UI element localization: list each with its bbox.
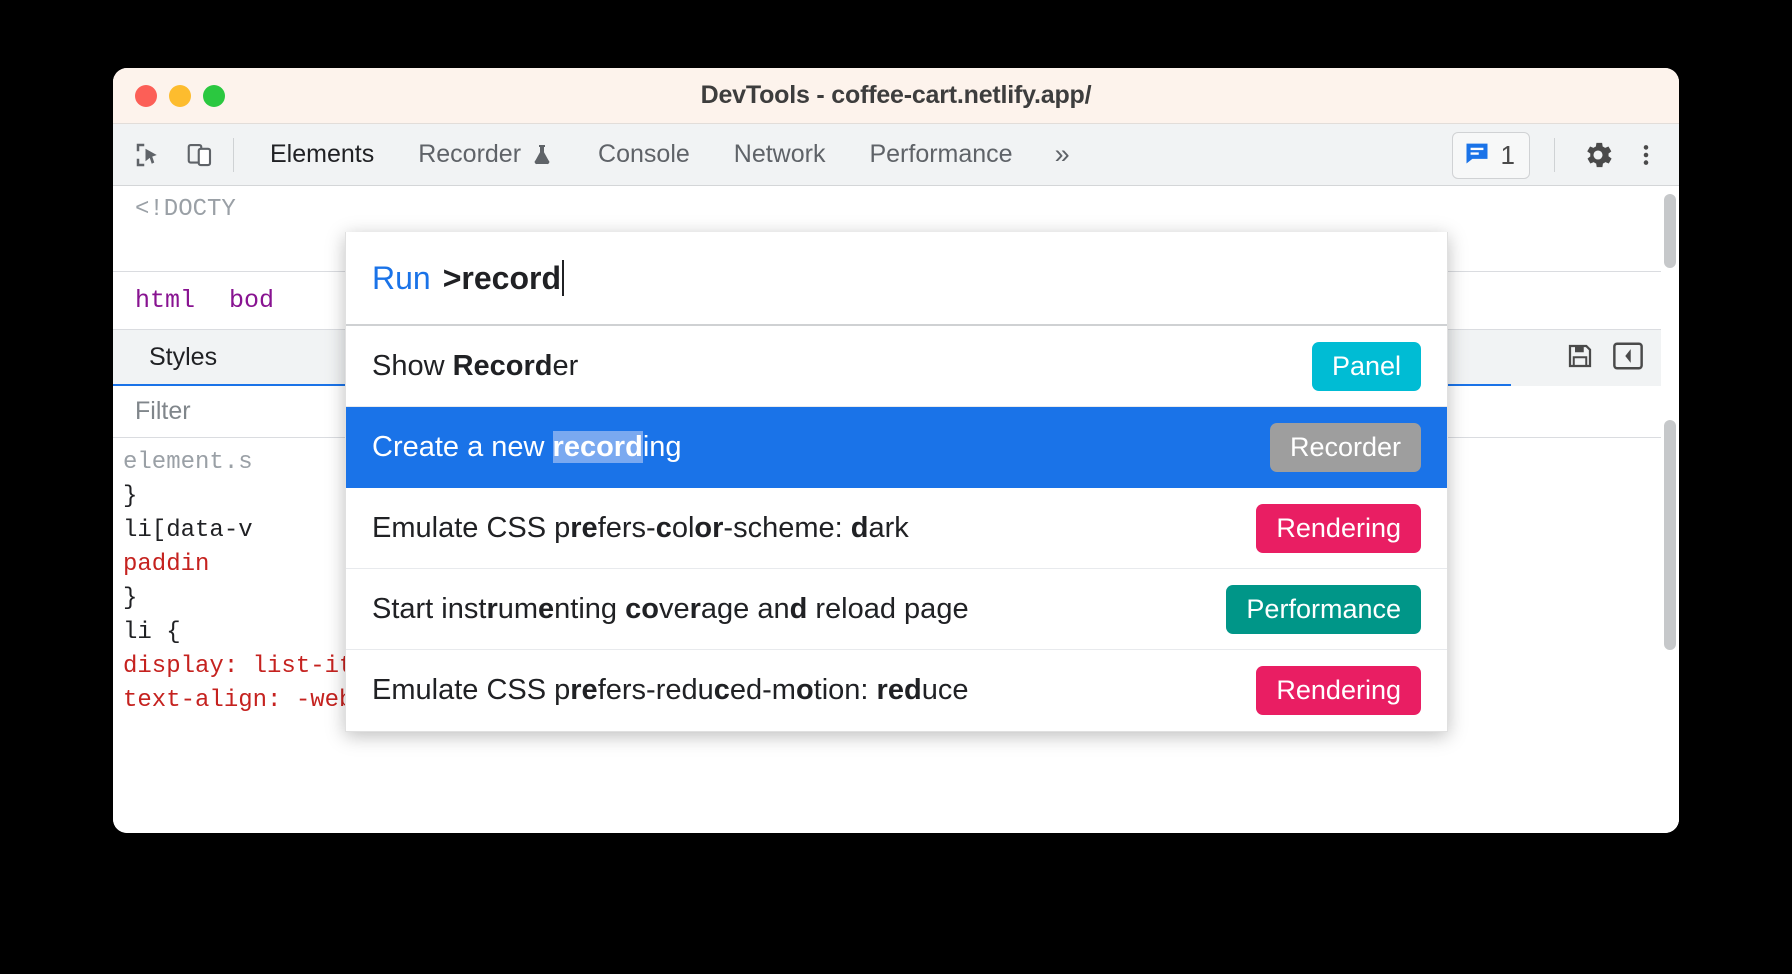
kebab-menu-icon[interactable] [1627, 136, 1665, 174]
scrollbar-thumb-top[interactable] [1664, 194, 1676, 268]
command-label: Show Recorder [372, 349, 579, 382]
styles-scrollbar[interactable] [1661, 186, 1679, 833]
tab-recorder[interactable]: Recorder [396, 124, 576, 186]
command-menu-item-show-recorder[interactable]: Show Recorder Panel [346, 326, 1447, 407]
toolbar-right-group: 1 [1451, 124, 1665, 186]
devtools-window: DevTools - coffee-cart.netlify.app/ Elem… [113, 68, 1679, 833]
gear-icon[interactable] [1579, 136, 1617, 174]
command-label: Emulate CSS prefers-color-scheme: dark [372, 511, 909, 544]
tab-performance-label: Performance [869, 140, 1013, 168]
breadcrumb-item-body[interactable]: bod [229, 286, 274, 315]
command-badge-rendering: Rendering [1256, 503, 1421, 553]
text-caret [561, 260, 564, 296]
device-toolbar-icon[interactable] [181, 136, 219, 174]
save-icon[interactable] [1565, 341, 1595, 376]
devtools-toolbar: Elements Recorder Console Network Perfor… [113, 124, 1679, 186]
window-titlebar: DevTools - coffee-cart.netlify.app/ [113, 68, 1679, 124]
command-menu-item-create-recording[interactable]: Create a new recording Recorder [346, 407, 1447, 488]
toolbar-divider-right [1554, 138, 1555, 172]
command-menu-input-row[interactable]: Run >record [346, 232, 1447, 326]
command-menu-item-start-coverage[interactable]: Start instrumenting coverage and reload … [346, 569, 1447, 650]
tab-console-label: Console [598, 140, 690, 168]
collapse-sidebar-icon[interactable] [1611, 341, 1645, 376]
panel-tab-list: Elements Recorder Console Network Perfor… [248, 124, 1090, 186]
message-bubble-icon [1463, 139, 1491, 172]
command-badge-panel: Panel [1311, 341, 1421, 391]
more-tabs-chevron-icon[interactable]: » [1035, 139, 1090, 170]
dom-doctype-line: <!DOCTY [135, 196, 236, 223]
tab-console[interactable]: Console [576, 124, 712, 186]
desktop-backdrop: DevTools - coffee-cart.netlify.app/ Elem… [0, 0, 1792, 974]
filter-input[interactable]: Filter [123, 397, 191, 426]
command-menu-item-emulate-prefers-reduced-motion[interactable]: Emulate CSS prefers-reduced-motion: redu… [346, 650, 1447, 731]
command-menu-prefix: Run [372, 259, 431, 296]
inspect-element-icon[interactable] [129, 136, 167, 174]
tab-elements[interactable]: Elements [248, 124, 396, 186]
message-count-label: 1 [1500, 139, 1515, 170]
command-label: Emulate CSS prefers-reduced-motion: redu… [372, 674, 969, 706]
tab-elements-label: Elements [270, 140, 375, 168]
command-badge-performance: Performance [1226, 584, 1421, 634]
command-badge-recorder: Recorder [1269, 422, 1421, 472]
tab-recorder-label: Recorder [418, 140, 522, 168]
command-label: Start instrumenting coverage and reload … [372, 592, 969, 625]
command-menu-item-emulate-prefers-color-scheme[interactable]: Emulate CSS prefers-color-scheme: dark R… [346, 488, 1447, 569]
scrollbar-thumb[interactable] [1664, 420, 1676, 650]
toolbar-left-icons [113, 136, 219, 174]
command-badge-rendering-2: Rendering [1256, 666, 1421, 715]
console-message-count-button[interactable]: 1 [1451, 131, 1530, 179]
tab-styles[interactable]: Styles [135, 343, 231, 372]
breadcrumb-item-html[interactable]: html [135, 286, 195, 315]
experiment-flask-icon [530, 143, 554, 167]
toolbar-divider [233, 137, 234, 172]
tab-network-label: Network [733, 140, 826, 168]
tab-network[interactable]: Network [712, 124, 848, 186]
styles-toolbar-right [1511, 330, 1661, 386]
window-title: DevTools - coffee-cart.netlify.app/ [700, 81, 1092, 109]
command-menu: Run >record Show Recorder Panel Create a… [345, 232, 1448, 732]
tab-performance[interactable]: Performance [847, 124, 1034, 186]
command-label: Create a new recording [372, 430, 682, 463]
command-menu-input[interactable]: >record [443, 260, 561, 297]
